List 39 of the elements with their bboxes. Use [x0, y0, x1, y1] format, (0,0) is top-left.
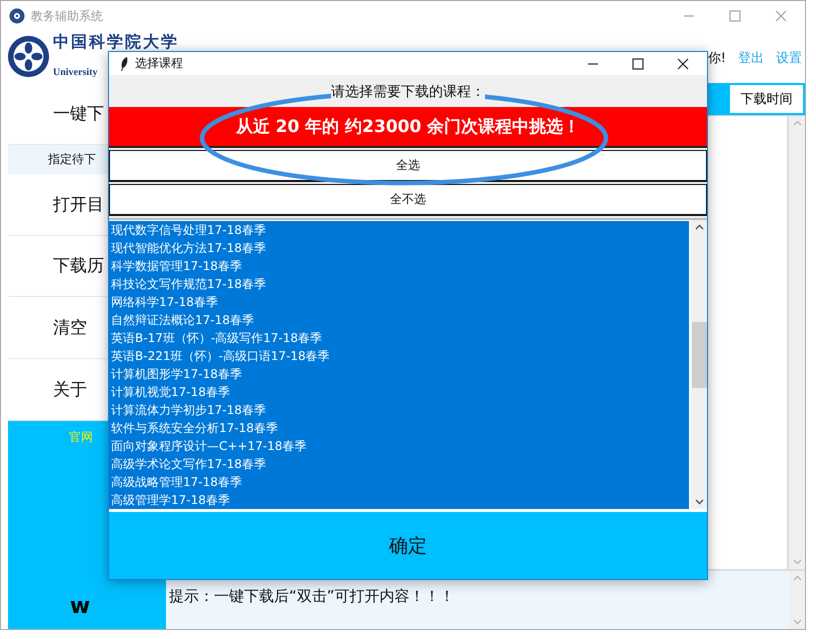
course-item[interactable]: 英语B-17班（怀）-高级写作17-18春季: [109, 329, 689, 347]
prompt-text: 请选择需要下载的课程：: [331, 83, 485, 101]
logo-title: 中国科学院大学: [53, 32, 179, 50]
emblem-icon: [9, 8, 25, 24]
feather-icon: [119, 56, 129, 72]
select-button[interactable]: 全选: [109, 150, 707, 182]
course-item[interactable]: 科学数据管理17-18春季: [109, 257, 689, 275]
dialog-title: 选择课程: [135, 55, 183, 72]
confirm-button[interactable]: 确定: [109, 509, 707, 579]
greeting-text: 你!: [708, 50, 726, 67]
course-item[interactable]: 现代数字信号处理17-18春季: [109, 221, 689, 239]
scroll-thumb[interactable]: [692, 322, 706, 388]
header-link[interactable]: 登出: [738, 49, 764, 67]
university-emblem: [7, 35, 50, 78]
scroll-up-icon[interactable]: [694, 224, 704, 230]
scrollbar[interactable]: [691, 220, 707, 509]
select-button[interactable]: 全不选: [109, 184, 707, 216]
logo-subtitle: University: [53, 66, 98, 78]
footer-logo: w: [70, 594, 90, 619]
course-item[interactable]: 计算流体力学初步17-18春季: [109, 401, 689, 419]
header-link[interactable]: 设置: [776, 49, 802, 67]
course-item[interactable]: 面向对象程序设计—C++17-18春季: [109, 437, 689, 455]
column-header[interactable]: 下载时间: [730, 85, 803, 113]
window-title: 教务辅助系统: [31, 8, 103, 24]
maximize-icon[interactable]: [632, 58, 644, 70]
scroll-down-icon[interactable]: [694, 499, 704, 505]
course-item[interactable]: 软件与系统安全分析17-18春季: [109, 419, 689, 437]
course-item[interactable]: 计算机视觉17-18春季: [109, 383, 689, 401]
banner-text: 从近 20 年的 约23000 余门次课程中挑选！: [109, 107, 707, 148]
course-item[interactable]: 高级管理学17-18春季: [109, 491, 689, 509]
close-icon[interactable]: [677, 58, 689, 70]
course-item[interactable]: 网络科学17-18春季: [109, 293, 689, 311]
course-item[interactable]: 计算机图形学17-18春季: [109, 365, 689, 383]
course-item[interactable]: 自然辩证法概论17-18春季: [109, 311, 689, 329]
course-item[interactable]: 高级学术论文写作17-18春季: [109, 455, 689, 473]
course-item[interactable]: 高级战略管理17-18春季: [109, 473, 689, 491]
course-item[interactable]: 英语B-221班（怀）-高级口语17-18春季: [109, 347, 689, 365]
course-item[interactable]: 现代智能优化方法17-18春季: [109, 239, 689, 257]
course-item[interactable]: 科技论文写作规范17-18春季: [109, 275, 689, 293]
